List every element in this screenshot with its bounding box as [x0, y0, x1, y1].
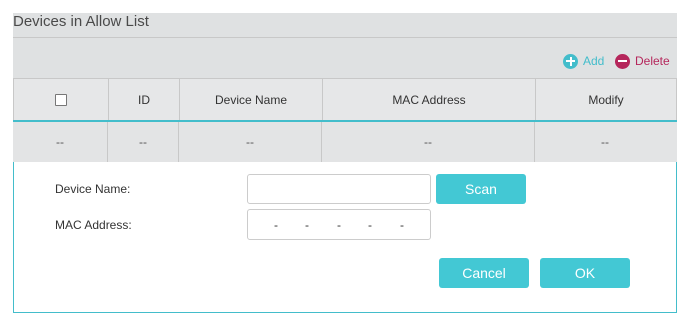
header-select-all: [14, 79, 109, 121]
cancel-button[interactable]: Cancel: [439, 258, 529, 288]
mac-address-label: MAC Address:: [55, 218, 132, 232]
mac-separator: -: [400, 218, 404, 232]
mac-separator: -: [337, 218, 341, 232]
toolbar: Add Delete: [13, 38, 677, 78]
table-row[interactable]: -- -- -- -- --: [13, 120, 677, 162]
row-mac-address-cell: --: [322, 122, 535, 162]
device-name-input[interactable]: [247, 174, 431, 204]
table-header: ID Device Name MAC Address Modify: [13, 78, 677, 121]
row-device-name-cell: --: [179, 122, 322, 162]
header-mac-address: MAC Address: [323, 79, 536, 121]
delete-label: Delete: [635, 54, 670, 68]
row-modify-cell: --: [601, 135, 609, 149]
ok-button[interactable]: OK: [540, 258, 630, 288]
mac-separator: -: [305, 218, 309, 232]
add-button[interactable]: Add: [563, 52, 604, 70]
header-id: ID: [109, 79, 180, 121]
mac-address-input[interactable]: - - - - -: [247, 209, 431, 240]
row-select-cell: --: [13, 122, 108, 162]
edit-form: Device Name: Scan MAC Address: - - - - -…: [13, 162, 677, 313]
row-id-cell: --: [108, 122, 179, 162]
add-label: Add: [583, 54, 605, 68]
section-title: Devices in Allow List: [13, 13, 149, 30]
mac-separator: -: [274, 218, 278, 232]
scan-button[interactable]: Scan: [436, 174, 526, 204]
minus-circle-icon: [615, 53, 630, 69]
header-modify: Modify: [588, 93, 624, 107]
mac-separator: -: [368, 218, 372, 232]
select-all-checkbox[interactable]: [55, 94, 67, 106]
section-header: Devices in Allow List: [13, 13, 677, 38]
allow-list-panel: Devices in Allow List Add Delete ID Devi…: [13, 13, 677, 313]
device-name-label: Device Name:: [55, 182, 131, 196]
header-device-name: Device Name: [180, 79, 323, 121]
plus-circle-icon: [563, 53, 578, 69]
delete-button[interactable]: Delete: [615, 52, 670, 70]
